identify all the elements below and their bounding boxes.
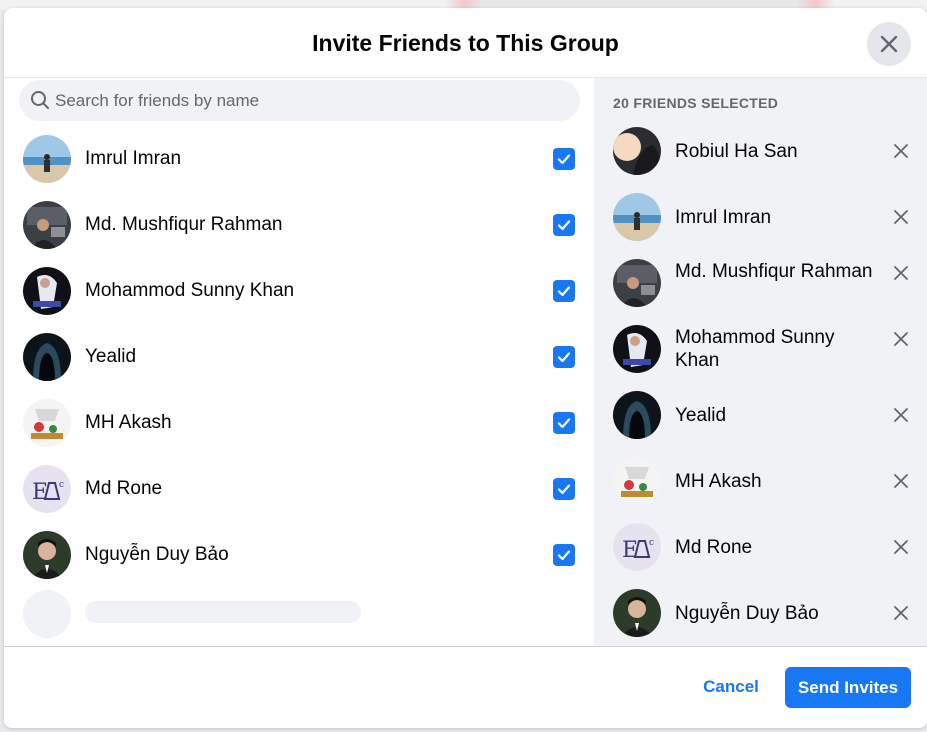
friend-checkbox[interactable] <box>553 148 575 170</box>
selected-item: Md. Mushfiqur Rahman <box>594 250 927 316</box>
avatar <box>613 193 661 241</box>
remove-button[interactable] <box>890 262 912 284</box>
friend-name: Md. Mushfiqur Rahman <box>85 214 283 235</box>
close-icon <box>894 210 908 224</box>
loading-avatar-placeholder <box>23 590 71 638</box>
selected-name: Imrul Imran <box>675 207 772 228</box>
close-icon <box>894 266 908 280</box>
friend-name: Imrul Imran <box>85 148 182 169</box>
selected-name: Md. Mushfiqur Rahman <box>675 261 873 282</box>
friend-checkbox[interactable] <box>553 544 575 566</box>
selected-name: Nguyễn Duy Bảo <box>675 603 819 624</box>
avatar <box>23 399 71 447</box>
close-button[interactable] <box>867 22 911 66</box>
checkmark-icon <box>557 154 571 165</box>
avatar <box>23 531 71 579</box>
remove-button[interactable] <box>890 140 912 162</box>
friend-name: Md Rone <box>85 478 163 499</box>
avatar <box>613 325 661 373</box>
close-icon <box>894 144 908 158</box>
remove-button[interactable] <box>890 206 912 228</box>
selected-friends-pane[interactable]: 20 FRIENDS SELECTED Robiul Ha San Imrul … <box>594 78 927 646</box>
avatar <box>613 523 661 571</box>
loading-name-placeholder <box>85 601 361 623</box>
avatar <box>613 589 661 637</box>
invite-friends-dialog: Invite Friends to This Group Imrul Imran <box>4 8 927 728</box>
send-invites-button[interactable]: Send Invites <box>785 667 911 708</box>
close-icon <box>894 606 908 620</box>
avatar <box>23 465 71 513</box>
avatar <box>613 391 661 439</box>
selected-name: Robiul Ha San <box>675 141 798 162</box>
close-icon <box>880 35 898 53</box>
cancel-button[interactable]: Cancel <box>693 667 769 707</box>
avatar <box>613 259 661 307</box>
selected-item: Mohammod Sunny Khan <box>594 316 927 382</box>
selected-count-label: 20 FRIENDS SELECTED <box>613 95 779 111</box>
selected-item: Imrul Imran <box>594 184 927 250</box>
close-icon <box>894 474 908 488</box>
checkmark-icon <box>557 220 571 231</box>
selected-item: Nguyễn Duy Bảo <box>594 580 927 646</box>
avatar <box>23 333 71 381</box>
selected-item: Md Rone <box>594 514 927 580</box>
remove-button[interactable] <box>890 602 912 624</box>
avatar <box>613 127 661 175</box>
checkmark-icon <box>557 418 571 429</box>
selected-name: Md Rone <box>675 537 753 558</box>
selected-item: MH Akash <box>594 448 927 514</box>
friend-row[interactable]: Yealid <box>4 324 594 390</box>
friend-row[interactable]: Imrul Imran <box>4 126 594 192</box>
remove-button[interactable] <box>890 536 912 558</box>
friend-name: Nguyễn Duy Bảo <box>85 544 229 565</box>
checkmark-icon <box>557 484 571 495</box>
search-input[interactable] <box>55 80 565 121</box>
selected-item: Yealid <box>594 382 927 448</box>
close-icon <box>894 332 908 346</box>
friend-row[interactable]: Md Rone <box>4 456 594 522</box>
dialog-header: Invite Friends to This Group <box>4 8 927 78</box>
avatar <box>23 135 71 183</box>
friend-name: MH Akash <box>85 412 172 433</box>
friend-row[interactable]: MH Akash <box>4 390 594 456</box>
friend-checkbox[interactable] <box>553 214 575 236</box>
avatar <box>23 201 71 249</box>
search-icon <box>31 91 49 109</box>
checkmark-icon <box>557 550 571 561</box>
friend-checkbox[interactable] <box>553 478 575 500</box>
friend-name: Mohammod Sunny Khan <box>85 280 295 301</box>
close-icon <box>894 540 908 554</box>
remove-button[interactable] <box>890 328 912 350</box>
search-box[interactable] <box>19 80 580 121</box>
friend-name: Yealid <box>85 346 137 367</box>
checkmark-icon <box>557 286 571 297</box>
friend-checkbox[interactable] <box>553 280 575 302</box>
dialog-footer: Cancel Send Invites <box>4 646 927 728</box>
remove-button[interactable] <box>890 404 912 426</box>
selected-item: Robiul Ha San <box>594 118 927 184</box>
friend-checkbox[interactable] <box>553 412 575 434</box>
friend-row[interactable]: Mohammod Sunny Khan <box>4 258 594 324</box>
avatar <box>613 457 661 505</box>
dialog-title: Invite Friends to This Group <box>312 30 619 56</box>
selected-name: Yealid <box>675 405 727 426</box>
selected-name: MH Akash <box>675 471 762 492</box>
friend-row[interactable]: Md. Mushfiqur Rahman <box>4 192 594 258</box>
friend-row[interactable]: Nguyễn Duy Bảo <box>4 522 594 588</box>
remove-button[interactable] <box>890 470 912 492</box>
close-icon <box>894 408 908 422</box>
checkmark-icon <box>557 352 571 363</box>
avatar <box>23 267 71 315</box>
friend-list-pane[interactable]: Imrul Imran Md. Mushfiqur Rahman Mohammo… <box>4 78 594 646</box>
selected-name: Mohammod Sunny Khan <box>675 327 835 371</box>
friend-checkbox[interactable] <box>553 346 575 368</box>
